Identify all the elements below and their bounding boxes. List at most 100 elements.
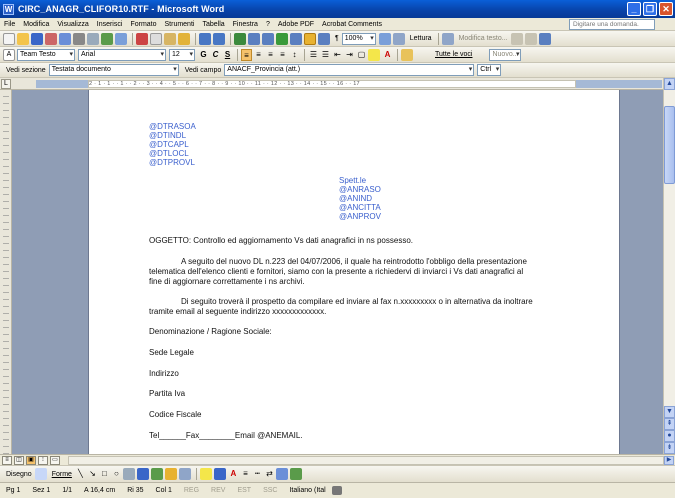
merge-field-dtprovl[interactable]: @DTPROVL — [149, 158, 195, 167]
text-box-icon[interactable] — [122, 468, 135, 480]
menu-help[interactable]: ? — [266, 21, 270, 28]
drawing-icon[interactable] — [304, 32, 316, 45]
paragraph-2-line-1[interactable]: Di seguito troverà il prospetto da compi… — [181, 297, 533, 307]
paragraph-1-line-2[interactable]: telematica dell'elenco clienti e fornito… — [149, 267, 523, 277]
all-entries-label[interactable]: Tutte le voci — [435, 51, 472, 58]
research-icon[interactable] — [115, 32, 127, 45]
merge-field-dtindl[interactable]: @DTINDL — [149, 131, 186, 140]
rectangle-icon[interactable]: □ — [99, 468, 110, 480]
diagram-icon[interactable] — [150, 468, 163, 480]
reading-layout-icon[interactable] — [392, 32, 405, 45]
increase-indent-button[interactable]: ⇥ — [344, 49, 355, 61]
reading-layout-button[interactable]: ▭ — [50, 455, 60, 465]
merge-field-anprov[interactable]: @ANPROV — [339, 212, 381, 221]
insert-excel-icon[interactable] — [276, 32, 288, 45]
ctrl-dropdown[interactable]: Ctrl — [477, 64, 502, 76]
document-page[interactable]: @DTRASOA @DTINDL @DTCAPL @DTLOCL @DTPROV… — [88, 90, 620, 454]
format-painter-icon[interactable] — [178, 32, 190, 45]
wordart-icon[interactable] — [136, 468, 149, 480]
subject-line[interactable]: OGGETTO: Controllo ed aggiornamento Vs d… — [149, 236, 413, 246]
menu-visualizza[interactable]: Visualizza — [57, 21, 88, 28]
font-color-button[interactable]: A — [382, 49, 393, 61]
status-rev[interactable]: REV — [205, 487, 231, 494]
vertical-ruler[interactable] — [0, 90, 12, 454]
print-preview-icon[interactable] — [87, 32, 99, 45]
style-dropdown[interactable]: Team Testo — [17, 48, 75, 61]
merge-field-dtlocl[interactable]: @DTLOCL — [149, 149, 189, 158]
restore-button[interactable]: ❐ — [643, 2, 657, 16]
spelling-icon[interactable] — [101, 32, 113, 45]
columns-icon[interactable] — [290, 32, 302, 45]
label-sede-legale[interactable]: Sede Legale — [149, 348, 194, 358]
section-dropdown[interactable]: Testata documento — [48, 64, 179, 76]
merge-field-dtrasoa[interactable]: @DTRASOA — [149, 122, 196, 131]
menu-strumenti[interactable]: Strumenti — [165, 21, 195, 28]
save-icon[interactable] — [31, 32, 43, 45]
insert-table-icon[interactable] — [262, 32, 274, 45]
paragraph-2-line-2[interactable]: tramite email al seguente indirizzo xxxx… — [149, 307, 326, 317]
line-color-icon[interactable] — [213, 468, 226, 480]
borders-button[interactable]: ▢ — [356, 49, 367, 61]
line-icon[interactable]: ╲ — [75, 468, 86, 480]
print-layout-button[interactable]: ▣ — [26, 455, 36, 465]
new-entry-dropdown[interactable]: Nuovo... — [489, 48, 522, 61]
vertical-scrollbar[interactable]: ▲ ▼ ⇞ ● ⇟ — [663, 78, 675, 454]
bold-button[interactable]: G — [198, 49, 209, 61]
scroll-up-button[interactable]: ▲ — [664, 78, 675, 90]
help-search-input[interactable]: Digitare una domanda. — [569, 19, 655, 30]
menu-finestra[interactable]: Finestra — [233, 21, 258, 28]
menu-file[interactable]: File — [4, 21, 15, 28]
3d-style-icon[interactable] — [289, 468, 302, 480]
underline-button[interactable]: S — [222, 49, 233, 61]
paragraph-1-line-3[interactable]: fine di aggiornare correttamente i ns ar… — [149, 277, 305, 287]
document-area[interactable]: @DTRASOA @DTINDL @DTCAPL @DTLOCL @DTPROV… — [12, 90, 663, 454]
ruler-track[interactable]: 2 · 1 · 1 · · 1 · · 2 · · 3 · · 4 · · 5 … — [88, 80, 576, 88]
zoom-dropdown[interactable]: 100% — [341, 32, 376, 45]
status-ext[interactable]: EST — [231, 487, 257, 494]
paragraph-1-line-1[interactable]: A seguito del nuovo DL n.223 del 04/07/2… — [181, 257, 527, 267]
new-document-icon[interactable] — [3, 32, 15, 45]
open-folder-icon[interactable] — [17, 32, 29, 45]
accept-change-icon[interactable] — [538, 32, 551, 45]
status-rec[interactable]: REG — [178, 487, 205, 494]
label-codice-fiscale[interactable]: Codice Fiscale — [149, 410, 201, 420]
draw-font-color-icon[interactable]: A — [228, 468, 239, 480]
next-page-button[interactable]: ⇟ — [664, 442, 675, 454]
oval-icon[interactable]: ○ — [111, 468, 122, 480]
arrow-icon[interactable]: ↘ — [87, 468, 98, 480]
italic-button[interactable]: C — [210, 49, 221, 61]
font-dropdown[interactable]: Arial — [78, 48, 166, 61]
field-dropdown[interactable]: ANACF_Provincia (att.) — [224, 64, 475, 76]
align-left-button[interactable]: ≡ — [241, 48, 252, 61]
menu-tabella[interactable]: Tabella — [202, 21, 224, 28]
email-icon[interactable] — [59, 32, 71, 45]
previous-page-button[interactable]: ⇞ — [664, 418, 675, 430]
web-layout-button[interactable]: ◫ — [14, 455, 24, 465]
reading-layout-label[interactable]: Lettura — [410, 35, 432, 42]
status-language[interactable]: Italiano (Ital — [283, 487, 331, 494]
spelling-status-icon[interactable] — [331, 486, 342, 495]
contact-line[interactable]: Tel______Fax________Email @ANEMAIL. — [149, 431, 303, 441]
tab-selector-icon[interactable]: L — [1, 79, 11, 89]
menu-inserisci[interactable]: Inserisci — [97, 21, 123, 28]
outline-view-button[interactable]: ⁝ — [38, 455, 48, 465]
line-spacing-button[interactable]: ↕ — [289, 49, 300, 61]
clipart-icon[interactable] — [164, 468, 177, 480]
paste-icon[interactable] — [164, 32, 176, 45]
comment-icon[interactable] — [510, 32, 523, 45]
bullets-button[interactable]: ☰ — [320, 49, 331, 61]
minimize-button[interactable]: _ — [627, 2, 641, 16]
copy-icon[interactable] — [150, 32, 162, 45]
print-icon[interactable] — [73, 32, 85, 45]
merge-field-ancitta[interactable]: @ANCITTA — [339, 203, 381, 212]
word-app-icon[interactable]: W — [3, 3, 14, 15]
tables-borders-icon[interactable] — [248, 32, 260, 45]
styles-pane-icon[interactable]: A — [3, 48, 15, 61]
decrease-indent-button[interactable]: ⇤ — [332, 49, 343, 61]
reviewing-icon[interactable] — [441, 32, 454, 45]
permission-icon[interactable] — [45, 32, 57, 45]
markup-label[interactable]: Modifica testo... — [459, 35, 508, 42]
align-center-button[interactable]: ≡ — [253, 49, 264, 61]
reveal-formatting-icon[interactable] — [401, 48, 413, 61]
scroll-right-button[interactable]: ▶ — [664, 456, 674, 465]
